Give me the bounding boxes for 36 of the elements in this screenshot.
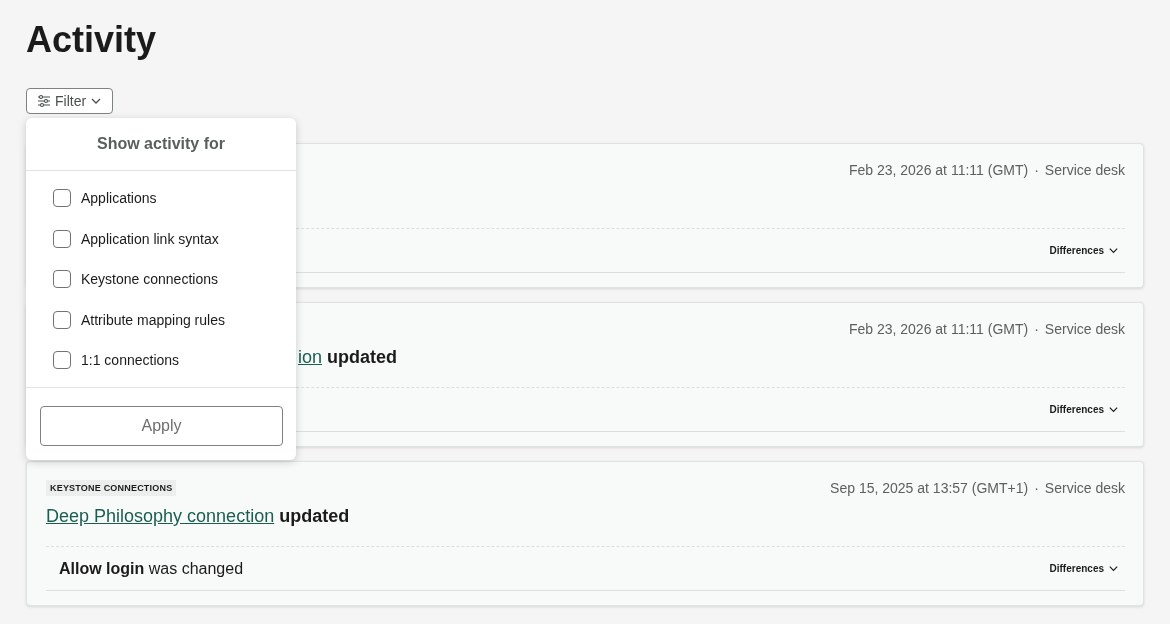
timestamp: Feb 23, 2026 at 11:11 (GMT) (848, 162, 1029, 178)
separator-dot: · (1034, 162, 1039, 178)
change-description: Allow login was changed (59, 559, 244, 578)
category-tag: KEYSTONE CONNECTIONS (46, 480, 177, 496)
checkbox[interactable] (53, 229, 71, 248)
option-label: Attribute mapping rules (81, 311, 225, 328)
filter-button[interactable]: Filter (26, 88, 114, 114)
sliders-icon (37, 94, 51, 108)
action-label: updated (279, 506, 350, 527)
option-label: Keystone connections (81, 271, 218, 288)
checkbox[interactable] (53, 310, 71, 329)
differences-toggle[interactable]: Differences (1049, 563, 1119, 574)
chevron-down-icon (1108, 245, 1119, 256)
checkbox[interactable] (53, 189, 71, 208)
action-label: updated (327, 347, 398, 368)
page-title: Activity (26, 18, 158, 62)
entity-link[interactable]: Deep Philosophy connection (46, 506, 275, 527)
source-label: Service desk (1044, 480, 1125, 496)
chevron-down-icon (1108, 563, 1119, 574)
separator-dot: · (1034, 480, 1039, 496)
chevron-down-icon (1108, 404, 1119, 415)
differences-toggle[interactable]: Differences (1049, 404, 1119, 415)
source-label: Service desk (1044, 162, 1125, 178)
option-label: 1:1 connections (81, 352, 180, 369)
dropdown-heading: Show activity for (26, 118, 296, 171)
timestamp: Feb 23, 2026 at 11:11 (GMT) (848, 321, 1029, 337)
apply-button[interactable]: Apply (40, 405, 283, 446)
checkbox[interactable] (53, 270, 71, 289)
differences-toggle[interactable]: Differences (1049, 245, 1119, 256)
separator-dot: · (1034, 321, 1039, 337)
timestamp: Sep 15, 2025 at 13:57 (GMT+1) (830, 480, 1029, 496)
entity-link[interactable]: ion (298, 347, 323, 368)
source-label: Service desk (1044, 321, 1125, 337)
checkbox[interactable] (53, 351, 71, 370)
option-label: Applications (81, 190, 157, 207)
option-label: Application link syntax (81, 230, 219, 247)
